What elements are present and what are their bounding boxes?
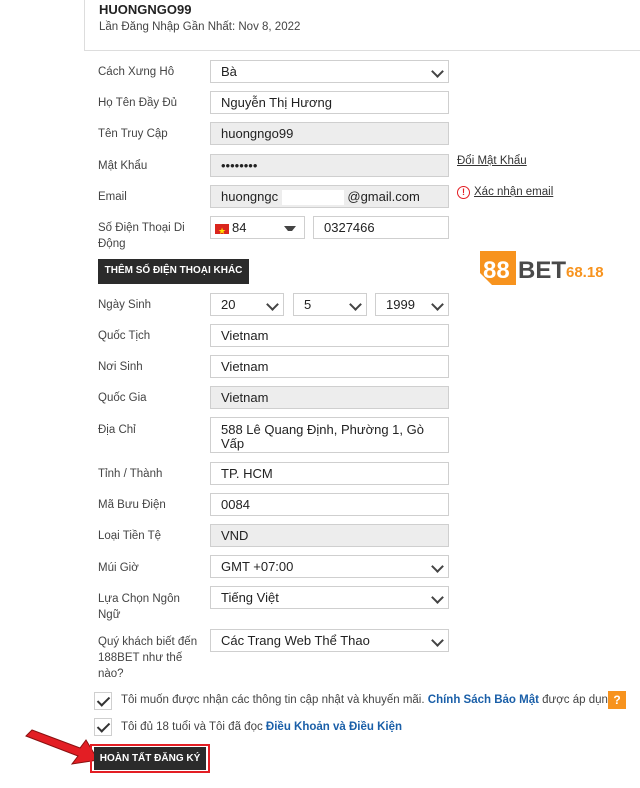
submit-button[interactable]: HOÀN TẤT ĐĂNG KÝ [94, 747, 206, 770]
add-phone-button[interactable]: THÊM SỐ ĐIỆN THOẠI KHÁC [98, 259, 249, 284]
logo-num: 88 [483, 257, 510, 284]
timezone-value: GMT +07:00 [221, 559, 294, 574]
88bet-logo: 88 BET 68.183 [480, 251, 604, 285]
title-label: Cách Xưng Hô [98, 66, 175, 78]
chevron-down-icon [431, 298, 444, 311]
address-line1: 588 Lê Quang Định, Phường 1, Gò [221, 422, 424, 437]
terms-link[interactable]: Điều Khoản và Điều Kiện [266, 721, 402, 733]
chevron-down-icon [431, 591, 444, 604]
birthplace-input[interactable]: Vietnam [210, 355, 449, 378]
title-select[interactable]: Bà [210, 60, 449, 83]
country-input: Vietnam [210, 386, 449, 409]
help-icon[interactable]: ? [608, 691, 626, 709]
birthplace-label: Nơi Sinh [98, 361, 143, 373]
email-input: huongngc @gmail.com [210, 185, 449, 208]
age-text: Tôi đủ 18 tuổi và Tôi đã đọc [121, 721, 263, 733]
chevron-down-icon [349, 298, 362, 311]
username: HUONGNGO99 [99, 2, 192, 17]
chevron-down-icon [431, 65, 444, 78]
email-redaction [281, 190, 344, 206]
nationality-label: Quốc Tịch [98, 330, 151, 342]
postal-label: Mã Bưu Điện [98, 499, 166, 511]
age-consent-text: Tôi đủ 18 tuổi và Tôi đã đọc Điều Khoản … [121, 721, 402, 733]
address-line2: Vấp [221, 436, 245, 451]
password-input: •••••••• [210, 154, 449, 177]
logo-bet: BET [518, 257, 566, 284]
city-label: Tỉnh / Thành [98, 468, 163, 480]
country-label: Quốc Gia [98, 392, 147, 404]
referral-label-line1: Quý khách biết đến [98, 636, 198, 648]
dob-year: 1999 [386, 297, 415, 312]
password-label: Mật Khẩu [98, 160, 148, 172]
dob-day-select[interactable]: 20 [210, 293, 284, 316]
dob-year-select[interactable]: 1999 [375, 293, 449, 316]
email-suffix: @gmail.com [347, 189, 420, 204]
timezone-label: Múi Giờ [98, 562, 139, 574]
phone-label-line2: Động [98, 238, 126, 250]
phone-code: 84 [232, 220, 247, 235]
chevron-down-icon [431, 634, 444, 647]
language-select[interactable]: Tiếng Việt [210, 586, 449, 609]
referral-label: Quý khách biết đến 188BET như thế nào? [98, 634, 197, 682]
chevron-down-icon [266, 298, 279, 311]
updates-text: Tôi muốn được nhận các thông tin cập nhậ… [121, 694, 425, 706]
phone-input[interactable]: 0327466 [313, 216, 449, 239]
fullname-input[interactable]: Nguyễn Thị Hương [210, 91, 449, 114]
title-value: Bà [221, 64, 237, 79]
referral-select[interactable]: Các Trang Web Thể Thao [210, 629, 449, 652]
change-password-link[interactable]: Đổi Mật Khẩu [457, 155, 527, 167]
confirm-email-link[interactable]: Xác nhận email [474, 186, 553, 198]
nationality-input[interactable]: Vietnam [210, 324, 449, 347]
email-prefix: huongngc [221, 189, 279, 204]
login-label: Tên Truy Cập [98, 128, 168, 140]
postal-input[interactable]: 0084 [210, 493, 449, 516]
updates-checkbox[interactable] [94, 692, 112, 710]
address-textarea[interactable]: 588 Lê Quang Định, Phường 1, Gò Vấp [210, 417, 449, 453]
warning-icon: ! [457, 186, 470, 199]
referral-value: Các Trang Web Thể Thao [221, 633, 370, 648]
login-input: huongngo99 [210, 122, 449, 145]
referral-label-line3: nào? [98, 668, 124, 680]
language-label-line1: Lựa Chọn Ngôn [98, 593, 180, 605]
updates-suffix: được áp dụng. [542, 694, 618, 706]
dob-month: 5 [304, 297, 312, 312]
currency-input: VND [210, 524, 449, 547]
phone-code-select[interactable]: 84 [210, 216, 305, 239]
updates-consent-text: Tôi muốn được nhận các thông tin cập nhậ… [121, 694, 618, 706]
currency-label: Loại Tiền Tệ [98, 530, 162, 542]
timezone-select[interactable]: GMT +07:00 [210, 555, 449, 578]
city-input[interactable]: TP. HCM [210, 462, 449, 485]
logo-suffix: 68.183 [566, 264, 604, 281]
account-header: HUONGNGO99 Lần Đăng Nhập Gần Nhất: Nov 8… [84, 0, 640, 51]
caret-down-icon [284, 226, 296, 235]
language-label: Lựa Chọn Ngôn Ngữ [98, 591, 180, 623]
phone-label-line1: Số Điện Thoại Di [98, 222, 185, 234]
dob-label: Ngày Sinh [98, 299, 152, 311]
privacy-policy-link[interactable]: Chính Sách Bảo Mật [428, 694, 539, 706]
phone-label: Số Điện Thoại Di Động [98, 220, 185, 252]
vietnam-flag-icon [215, 221, 229, 238]
arrow-pointer-icon [25, 729, 99, 765]
dob-day: 20 [221, 297, 236, 312]
last-login: Lần Đăng Nhập Gần Nhất: Nov 8, 2022 [99, 21, 301, 33]
email-label: Email [98, 191, 127, 203]
language-label-line2: Ngữ [98, 609, 121, 621]
dob-month-select[interactable]: 5 [293, 293, 367, 316]
chevron-down-icon [431, 560, 444, 573]
address-label: Địa Chỉ [98, 424, 136, 436]
fullname-label: Họ Tên Đầy Đủ [98, 97, 178, 109]
referral-label-line2: 188BET như thế [98, 652, 183, 664]
language-value: Tiếng Việt [221, 590, 279, 605]
